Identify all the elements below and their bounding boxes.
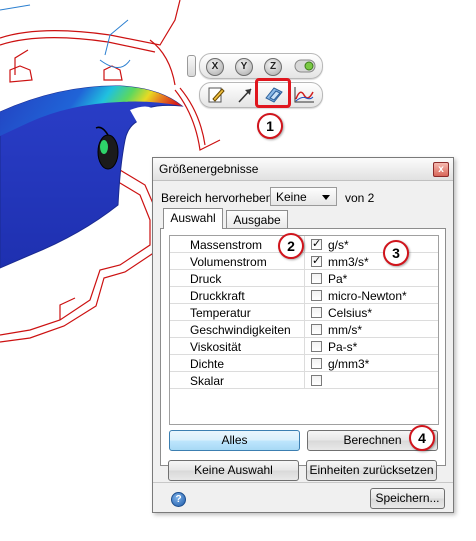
quantity-name: Viskosität xyxy=(190,340,242,354)
help-icon[interactable]: ? xyxy=(171,492,186,507)
quantity-unit: Celsius* xyxy=(328,306,373,320)
dialog-titlebar[interactable]: Größenergebnisse x xyxy=(153,158,453,181)
quantity-unit: mm3/s* xyxy=(328,255,369,269)
table-row: Dichte g/mm3* xyxy=(170,355,438,372)
highlight-region-label: Bereich hervorheben: xyxy=(161,191,276,205)
view-toolbar-row1: X Y Z xyxy=(199,53,323,79)
callout-3: 3 xyxy=(383,240,409,266)
quantity-checkbox[interactable] xyxy=(311,307,322,318)
quantity-checkbox[interactable] xyxy=(311,375,322,386)
table-row: Temperatur Celsius* xyxy=(170,304,438,321)
toolbar-grip[interactable] xyxy=(187,55,196,77)
quantity-checkbox[interactable] xyxy=(311,324,322,335)
table-row: Druckkraft micro-Newton* xyxy=(170,287,438,304)
tab-auswahl[interactable]: Auswahl xyxy=(163,208,223,229)
table-row: Skalar xyxy=(170,372,438,389)
table-row: Geschwindigkeiten mm/s* xyxy=(170,321,438,338)
quantity-checkbox[interactable] xyxy=(311,341,322,352)
quantity-unit: micro-Newton* xyxy=(328,289,407,303)
table-row: Viskosität Pa-s* xyxy=(170,338,438,355)
save-button[interactable]: Speichern... xyxy=(370,488,445,509)
quantity-name: Volumenstrom xyxy=(190,255,267,269)
x-axis-view-button[interactable]: X xyxy=(206,58,224,76)
z-axis-view-button[interactable]: Z xyxy=(264,58,282,76)
region-count-label: von 2 xyxy=(345,191,375,205)
edit-icon[interactable] xyxy=(204,84,228,106)
quantity-results-dialog: Größenergebnisse x Bereich hervorheben: … xyxy=(152,157,454,513)
select-all-button[interactable]: Alles xyxy=(169,430,300,451)
quantity-checkbox[interactable] xyxy=(311,358,322,369)
view-toggle-icon[interactable] xyxy=(293,55,317,77)
reset-units-button[interactable]: Einheiten zurücksetzen xyxy=(306,460,437,481)
close-icon[interactable]: x xyxy=(433,162,449,177)
quantity-name: Druck xyxy=(190,272,222,286)
quantity-unit: Pa* xyxy=(328,272,348,286)
quantity-name: Temperatur xyxy=(190,306,251,320)
callout-2: 2 xyxy=(278,233,304,259)
chevron-down-icon xyxy=(322,195,330,200)
quantity-name: Massenstrom xyxy=(190,238,263,252)
highlight-region-value: Keine xyxy=(276,190,307,204)
quantity-name: Druckkraft xyxy=(190,289,245,303)
quantity-name: Geschwindigkeiten xyxy=(190,323,291,337)
callout-1: 1 xyxy=(257,113,283,139)
quantity-checkbox[interactable] xyxy=(311,273,322,284)
y-axis-view-button[interactable]: Y xyxy=(235,58,253,76)
callout-4: 4 xyxy=(409,425,435,451)
highlight-box xyxy=(255,78,291,108)
quantity-unit: g/mm3* xyxy=(328,357,370,371)
quantity-name: Dichte xyxy=(190,357,225,371)
select-none-button[interactable]: Keine Auswahl xyxy=(168,460,299,481)
table-row: Druck Pa* xyxy=(170,270,438,287)
xy-plot-icon[interactable] xyxy=(292,84,316,106)
quantity-unit: mm/s* xyxy=(328,323,362,337)
quantity-checkbox[interactable] xyxy=(311,290,322,301)
quantity-name: Skalar xyxy=(190,374,225,388)
footer-divider xyxy=(153,482,453,483)
quantity-checkbox[interactable]: ✓ xyxy=(311,256,322,267)
dialog-title: Größenergebnisse xyxy=(159,162,259,176)
quantity-unit: g/s* xyxy=(328,238,349,252)
highlight-region-select[interactable]: Keine xyxy=(270,187,337,206)
arrow-icon[interactable] xyxy=(233,84,257,106)
housing-outline-blue xyxy=(0,4,131,68)
quantity-unit: Pa-s* xyxy=(328,340,358,354)
quantity-checkbox[interactable]: ✓ xyxy=(311,239,322,250)
tab-ausgabe[interactable]: Ausgabe xyxy=(226,210,288,229)
